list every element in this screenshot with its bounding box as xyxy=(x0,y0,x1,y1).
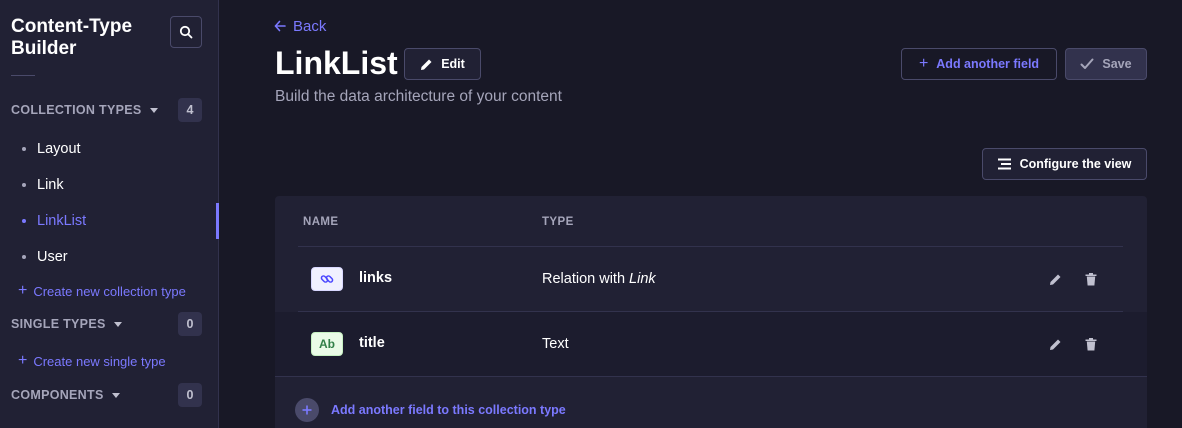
sidebar-divider xyxy=(11,75,35,76)
search-icon xyxy=(179,25,193,39)
add-field-to-collection-label: Add another field to this collection typ… xyxy=(331,403,566,417)
field-name: title xyxy=(359,335,385,351)
plus-icon: + xyxy=(18,282,28,299)
sidebar-item-linklist[interactable]: LinkList xyxy=(22,211,202,231)
check-icon xyxy=(1080,58,1094,69)
bullet-icon xyxy=(22,219,26,223)
field-type-prefix: Relation with xyxy=(542,271,630,287)
sidebar-search-button[interactable] xyxy=(170,16,202,48)
configure-view-label: Configure the view xyxy=(1019,157,1132,171)
pencil-icon xyxy=(1049,274,1060,285)
page-subtitle: Build the data architecture of your cont… xyxy=(275,88,562,105)
pencil-icon xyxy=(1049,339,1060,350)
create-single-type-link[interactable]: + Create new single type xyxy=(18,352,166,370)
caret-down-icon xyxy=(113,321,122,327)
bullet-icon xyxy=(22,147,26,151)
page-title: LinkList xyxy=(275,45,398,81)
configure-view-button[interactable]: Configure the view xyxy=(982,148,1147,180)
column-header-type: TYPE xyxy=(542,216,574,228)
caret-down-icon xyxy=(149,107,158,113)
save-label: Save xyxy=(1102,57,1132,71)
relation-icon xyxy=(311,267,343,291)
sidebar-item-link[interactable]: Link xyxy=(22,175,202,195)
collection-types-count: 4 xyxy=(178,98,202,122)
back-link[interactable]: Back xyxy=(274,17,326,35)
section-components-label: COMPONENTS xyxy=(11,388,104,402)
edit-field-button[interactable] xyxy=(1045,334,1065,354)
plus-icon: + xyxy=(18,352,28,369)
sidebar-item-label: LinkList xyxy=(37,213,87,229)
section-single-types-label: SINGLE TYPES xyxy=(11,317,106,331)
bullet-icon xyxy=(22,255,26,259)
single-types-count: 0 xyxy=(178,312,202,336)
sidebar-item-user[interactable]: User xyxy=(22,247,202,267)
sidebar-title: Content-Type Builder xyxy=(11,16,133,59)
field-type: Relation with Link xyxy=(542,271,656,287)
create-collection-type-label: Create new collection type xyxy=(33,283,186,299)
list-settings-icon xyxy=(997,158,1011,170)
edit-label: Edit xyxy=(441,57,465,71)
sidebar-item-label: Layout xyxy=(37,141,81,157)
section-single-types[interactable]: SINGLE TYPES 0 xyxy=(11,312,202,336)
create-collection-type-link[interactable]: + Create new collection type xyxy=(18,282,186,300)
delete-field-button[interactable] xyxy=(1081,269,1101,289)
save-button[interactable]: Save xyxy=(1065,48,1147,80)
field-type-target: Link xyxy=(629,271,656,287)
delete-field-button[interactable] xyxy=(1081,334,1101,354)
field-name: links xyxy=(359,270,393,286)
arrow-left-icon xyxy=(274,20,286,32)
bullet-icon xyxy=(22,183,26,187)
field-type: Text xyxy=(542,336,569,352)
sidebar-item-label: User xyxy=(37,249,68,265)
plus-circle-icon xyxy=(295,398,319,422)
fields-table: NAME TYPE links Relation with Link Ab ti… xyxy=(275,196,1147,428)
add-another-field-button[interactable]: + Add another field xyxy=(901,48,1057,80)
field-type-prefix: Text xyxy=(542,336,569,352)
caret-down-icon xyxy=(111,392,120,398)
table-row[interactable]: links Relation with Link xyxy=(275,247,1147,311)
back-label: Back xyxy=(293,17,327,35)
edit-button[interactable]: Edit xyxy=(404,48,481,80)
table-row[interactable]: Ab title Text xyxy=(275,312,1147,376)
plus-icon: + xyxy=(918,55,929,72)
column-header-name: NAME xyxy=(303,216,339,228)
add-another-field-label: Add another field xyxy=(936,57,1040,71)
trash-icon xyxy=(1085,272,1097,285)
section-components[interactable]: COMPONENTS 0 xyxy=(11,383,202,407)
create-single-type-label: Create new single type xyxy=(33,353,166,369)
active-indicator xyxy=(216,203,219,239)
row-divider xyxy=(275,376,1147,377)
pencil-icon xyxy=(421,59,432,70)
section-collection-types[interactable]: COLLECTION TYPES 4 xyxy=(11,98,202,122)
sidebar-item-label: Link xyxy=(37,177,64,193)
sidebar-item-layout[interactable]: Layout xyxy=(22,139,202,159)
section-collection-types-label: COLLECTION TYPES xyxy=(11,103,142,117)
components-count: 0 xyxy=(178,383,202,407)
text-icon: Ab xyxy=(311,332,343,356)
edit-field-button[interactable] xyxy=(1045,269,1065,289)
trash-icon xyxy=(1085,337,1097,350)
add-field-to-collection-button[interactable]: Add another field to this collection typ… xyxy=(295,398,566,422)
sidebar: Content-Type Builder COLLECTION TYPES 4 … xyxy=(0,0,219,428)
